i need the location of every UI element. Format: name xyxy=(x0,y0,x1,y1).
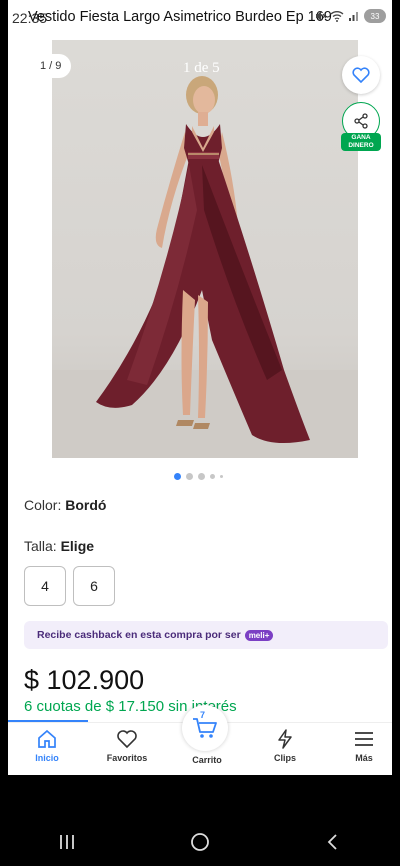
nav-carrito-label: Carrito xyxy=(192,755,222,765)
back-icon[interactable] xyxy=(323,832,343,852)
earn-money-badge: GANA DINERO xyxy=(341,133,381,151)
size-value: Elige xyxy=(60,538,95,554)
pagination-dot[interactable] xyxy=(186,473,193,480)
wifi-icon xyxy=(330,11,344,22)
gallery-index-label: 1 de 5 xyxy=(183,60,220,76)
nav-favoritos-label: Favoritos xyxy=(106,753,148,763)
nav-mas-label: Más xyxy=(355,753,373,763)
photo-counter: 1 / 9 xyxy=(30,54,72,78)
page-title: Vestido Fiesta Largo Asimetrico Burdeo E… xyxy=(28,9,332,25)
heart-icon xyxy=(352,67,370,83)
nav-carrito[interactable]: Carrito xyxy=(172,755,242,765)
favorite-button[interactable] xyxy=(342,56,380,94)
share-icon xyxy=(354,113,368,129)
nav-inicio-label: Inicio xyxy=(35,753,59,763)
product-image-gallery[interactable] xyxy=(52,40,358,458)
status-icons: 33 xyxy=(314,9,386,23)
product-price: $ 102.900 xyxy=(24,665,145,695)
color-selector: Color: Bordó xyxy=(24,497,106,513)
battery-indicator: 33 xyxy=(364,9,386,23)
signal-icon xyxy=(349,12,358,21)
color-value: Bordó xyxy=(65,497,107,513)
status-bar: 22:35 Vestido Fiesta Largo Asimetrico Bu… xyxy=(8,0,392,36)
cart-count: 7 xyxy=(200,710,206,720)
color-label: Color: xyxy=(24,497,62,513)
cashback-banner[interactable]: Recibe cashback en esta compra por ser m… xyxy=(24,621,388,649)
pagination-dot[interactable] xyxy=(220,475,223,478)
mute-icon xyxy=(316,11,326,21)
product-photo xyxy=(52,76,358,458)
size-selector: Talla: Elige xyxy=(24,538,94,554)
system-navigation-bar xyxy=(0,818,400,866)
app-screen: 22:35 Vestido Fiesta Largo Asimetrico Bu… xyxy=(8,0,392,775)
nav-inicio[interactable]: Inicio xyxy=(12,729,82,763)
nav-clips[interactable]: Clips xyxy=(250,729,320,763)
pagination-dot-active[interactable] xyxy=(174,473,181,480)
home-button-icon[interactable] xyxy=(190,832,210,852)
size-label: Talla: xyxy=(24,538,57,554)
nav-clips-label: Clips xyxy=(273,753,296,763)
gallery-pagination[interactable] xyxy=(174,473,223,480)
nav-favoritos[interactable]: Favoritos xyxy=(92,729,162,763)
pagination-dot[interactable] xyxy=(198,473,205,480)
recent-apps-icon[interactable] xyxy=(57,833,77,851)
menu-icon xyxy=(355,732,373,746)
heart-icon xyxy=(117,730,137,749)
cashback-text: Recibe cashback en esta compra por ser xyxy=(37,629,241,641)
clips-icon xyxy=(278,729,292,749)
meli-plus-badge: meli+ xyxy=(244,629,274,641)
size-option-6[interactable]: 6 xyxy=(73,566,115,606)
home-icon xyxy=(38,729,56,748)
pagination-dot[interactable] xyxy=(210,474,215,479)
nav-mas[interactable]: Más xyxy=(329,729,392,763)
cart-button[interactable]: 7 xyxy=(182,705,228,751)
size-option-4[interactable]: 4 xyxy=(24,566,66,606)
